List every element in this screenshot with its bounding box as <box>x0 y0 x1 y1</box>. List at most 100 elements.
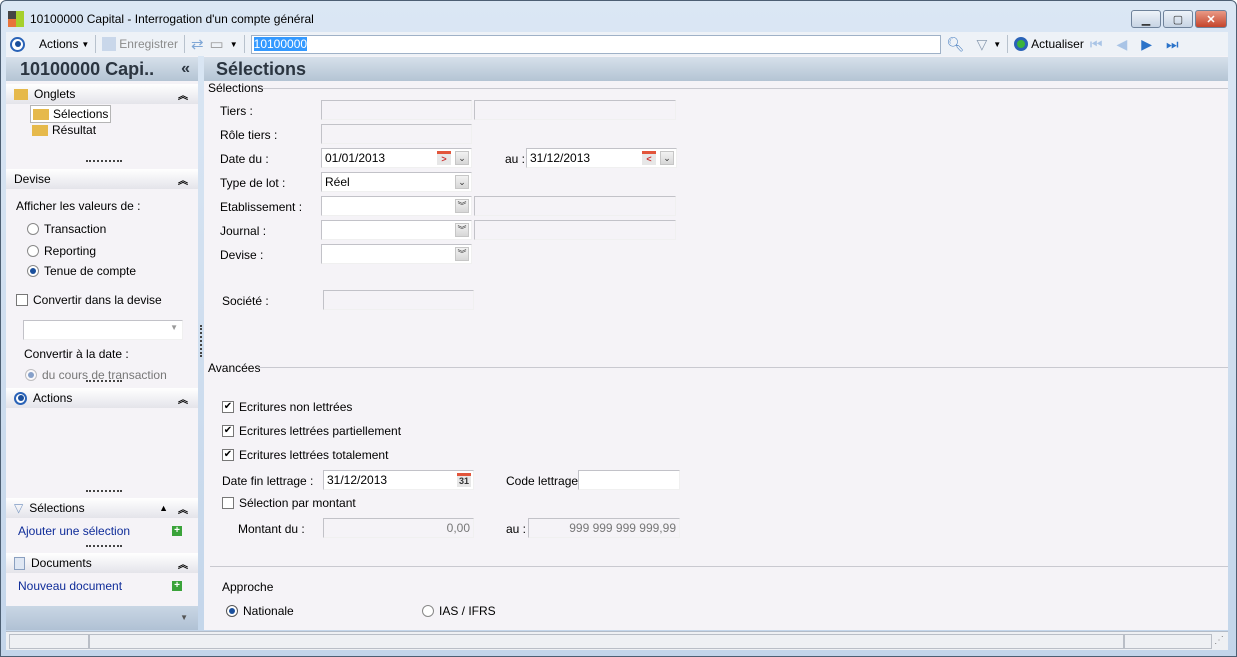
sidebar-overflow-bar[interactable]: ▼ <box>6 606 198 630</box>
montant-au-field[interactable]: 999 999 999 999,99 <box>528 518 680 538</box>
chevron-down-icon[interactable]: ▼ <box>180 613 188 622</box>
documents-section-header[interactable]: Documents ︽ <box>6 553 198 573</box>
previous-record-icon[interactable]: ◀ <box>1116 36 1127 53</box>
close-button[interactable]: ✕ <box>1195 10 1227 28</box>
calendar-icon[interactable]: > <box>437 151 451 165</box>
double-chevron-down-icon[interactable]: ︾ <box>455 223 469 237</box>
collapse-icon[interactable]: ︽ <box>178 172 188 187</box>
devise-select[interactable]: ▼ <box>23 320 183 340</box>
splitter[interactable] <box>86 545 122 547</box>
chevron-down-icon[interactable]: ⌄ <box>455 175 469 189</box>
title-bar: 10100000 Capital - Interrogation d'un co… <box>8 8 908 30</box>
actions-icon <box>14 391 27 405</box>
next-record-icon[interactable]: ▶ <box>1141 36 1152 53</box>
status-cell <box>1124 634 1212 649</box>
double-chevron-down-icon[interactable]: ︾ <box>455 199 469 213</box>
maximize-button[interactable]: ▢ <box>1163 10 1193 28</box>
collapse-icon[interactable]: ︽ <box>178 391 188 406</box>
type-lot-value: Réel <box>325 175 350 189</box>
devise-section-header[interactable]: Devise ︽ <box>6 169 198 189</box>
splitter[interactable] <box>86 490 122 492</box>
calendar-icon[interactable]: < <box>642 151 656 165</box>
radio-transaction[interactable]: Transaction <box>27 222 106 236</box>
totalement-checkbox[interactable]: ✔ Ecritures lettrées totalement <box>222 448 388 462</box>
societe-field[interactable] <box>323 290 474 310</box>
tree-item-resultat[interactable]: Résultat <box>30 122 98 138</box>
type-lot-select[interactable]: Réel ⌄ <box>321 172 472 192</box>
splitter[interactable] <box>86 380 122 382</box>
refresh-icon <box>1014 37 1029 51</box>
chevron-down-icon[interactable]: ⌄ <box>660 151 674 165</box>
checkbox-checked-icon: ✔ <box>222 425 234 437</box>
save-button[interactable]: Enregistrer <box>102 37 178 51</box>
print-dropdown-icon[interactable]: ▼ <box>230 40 238 49</box>
group-title-approche: Approche <box>222 580 274 594</box>
collapse-icon[interactable]: ︽ <box>178 87 188 102</box>
last-record-icon[interactable]: ⏭ <box>1166 36 1179 53</box>
filter-dropdown-icon[interactable]: ▼ <box>993 40 1001 49</box>
add-icon[interactable]: + <box>172 526 182 536</box>
radio-nationale[interactable]: Nationale <box>226 604 294 618</box>
radio-ias-ifrs[interactable]: IAS / IFRS <box>422 604 496 618</box>
actions-menu[interactable]: Actions ▼ <box>39 37 89 51</box>
sync-icon[interactable]: ⇄ <box>191 35 204 53</box>
sidebar <box>6 56 198 630</box>
open-folder-icon <box>33 108 49 120</box>
group-line <box>258 367 1228 368</box>
etablissement-name-field <box>474 196 676 216</box>
actions-section-header[interactable]: Actions ︽ <box>6 388 198 408</box>
date-au-field[interactable]: 31/12/2013 < ⌄ <box>526 148 677 168</box>
account-input[interactable]: 10100000 <box>250 34 941 54</box>
code-lettrage-field[interactable] <box>578 470 680 490</box>
group-line <box>210 566 1228 567</box>
radio-reporting[interactable]: Reporting <box>27 244 96 258</box>
collapse-icon[interactable]: ︽ <box>178 556 188 571</box>
date-du-field[interactable]: 01/01/2013 > ⌄ <box>321 148 472 168</box>
chevron-down-icon[interactable]: ⌄ <box>455 151 469 165</box>
convertir-checkbox[interactable]: Convertir dans la devise <box>16 293 162 307</box>
onglets-section-header[interactable]: Onglets ︽ <box>6 84 198 104</box>
add-icon[interactable]: + <box>172 581 182 591</box>
vertical-splitter[interactable] <box>200 325 202 357</box>
double-chevron-down-icon[interactable]: ︾ <box>455 247 469 261</box>
first-record-icon[interactable]: ⏮ <box>1090 36 1103 53</box>
tiers-field[interactable] <box>321 100 472 120</box>
resize-grip-icon[interactable]: ⋰ <box>1214 635 1224 646</box>
date-fin-field[interactable]: 31/12/2013 31 <box>323 470 474 490</box>
devise-select-main[interactable]: ︾ <box>321 244 472 264</box>
partiellement-checkbox[interactable]: ✔ Ecritures lettrées partiellement <box>222 424 401 438</box>
non-lettrees-checkbox[interactable]: ✔ Ecritures non lettrées <box>222 400 352 414</box>
nouveau-document-link[interactable]: Nouveau document <box>18 579 122 593</box>
caret-up-icon[interactable]: ▲ <box>159 503 168 513</box>
splitter[interactable] <box>86 160 122 162</box>
convertir-date-label: Convertir à la date : <box>24 347 129 361</box>
journal-select[interactable]: ︾ <box>321 220 472 240</box>
print-icon[interactable]: ▭ <box>210 35 224 53</box>
search-icon[interactable]: 🔍︎ <box>947 36 965 53</box>
calendar-icon[interactable]: 31 <box>457 473 471 487</box>
radio-label: Tenue de compte <box>44 264 137 278</box>
radio-tenue-de-compte[interactable]: Tenue de compte <box>27 264 136 278</box>
par-montant-checkbox[interactable]: Sélection par montant <box>222 496 356 510</box>
collapse-icon[interactable]: ︽ <box>178 501 188 516</box>
etablissement-select[interactable]: ︾ <box>321 196 472 216</box>
refresh-button[interactable]: Actualiser <box>1014 37 1084 51</box>
tree-item-selections[interactable]: Sélections <box>30 105 112 123</box>
filter-icon[interactable]: ▽ <box>976 36 987 53</box>
separator <box>95 35 97 53</box>
radio-icon <box>422 605 434 617</box>
collapse-sidebar-icon[interactable]: « <box>181 57 190 81</box>
ajouter-selection-link[interactable]: Ajouter une sélection <box>18 524 130 538</box>
window-title: 10100000 Capital - Interrogation d'un co… <box>30 12 314 26</box>
caret-down-icon: ▼ <box>81 39 90 49</box>
selections-section-header[interactable]: ▽ Sélections ▲ ︽ <box>6 498 198 518</box>
checkbox-icon <box>16 294 28 306</box>
date-fin-value: 31/12/2013 <box>327 473 388 487</box>
montant-du-field[interactable]: 0,00 <box>323 518 474 538</box>
minimize-button[interactable]: ▁ <box>1131 10 1161 28</box>
etablissement-label: Etablissement : <box>220 200 303 214</box>
radio-icon <box>25 369 37 381</box>
role-tiers-field[interactable] <box>321 124 472 144</box>
status-cell <box>89 634 1124 649</box>
actions-circle-icon <box>10 36 25 52</box>
